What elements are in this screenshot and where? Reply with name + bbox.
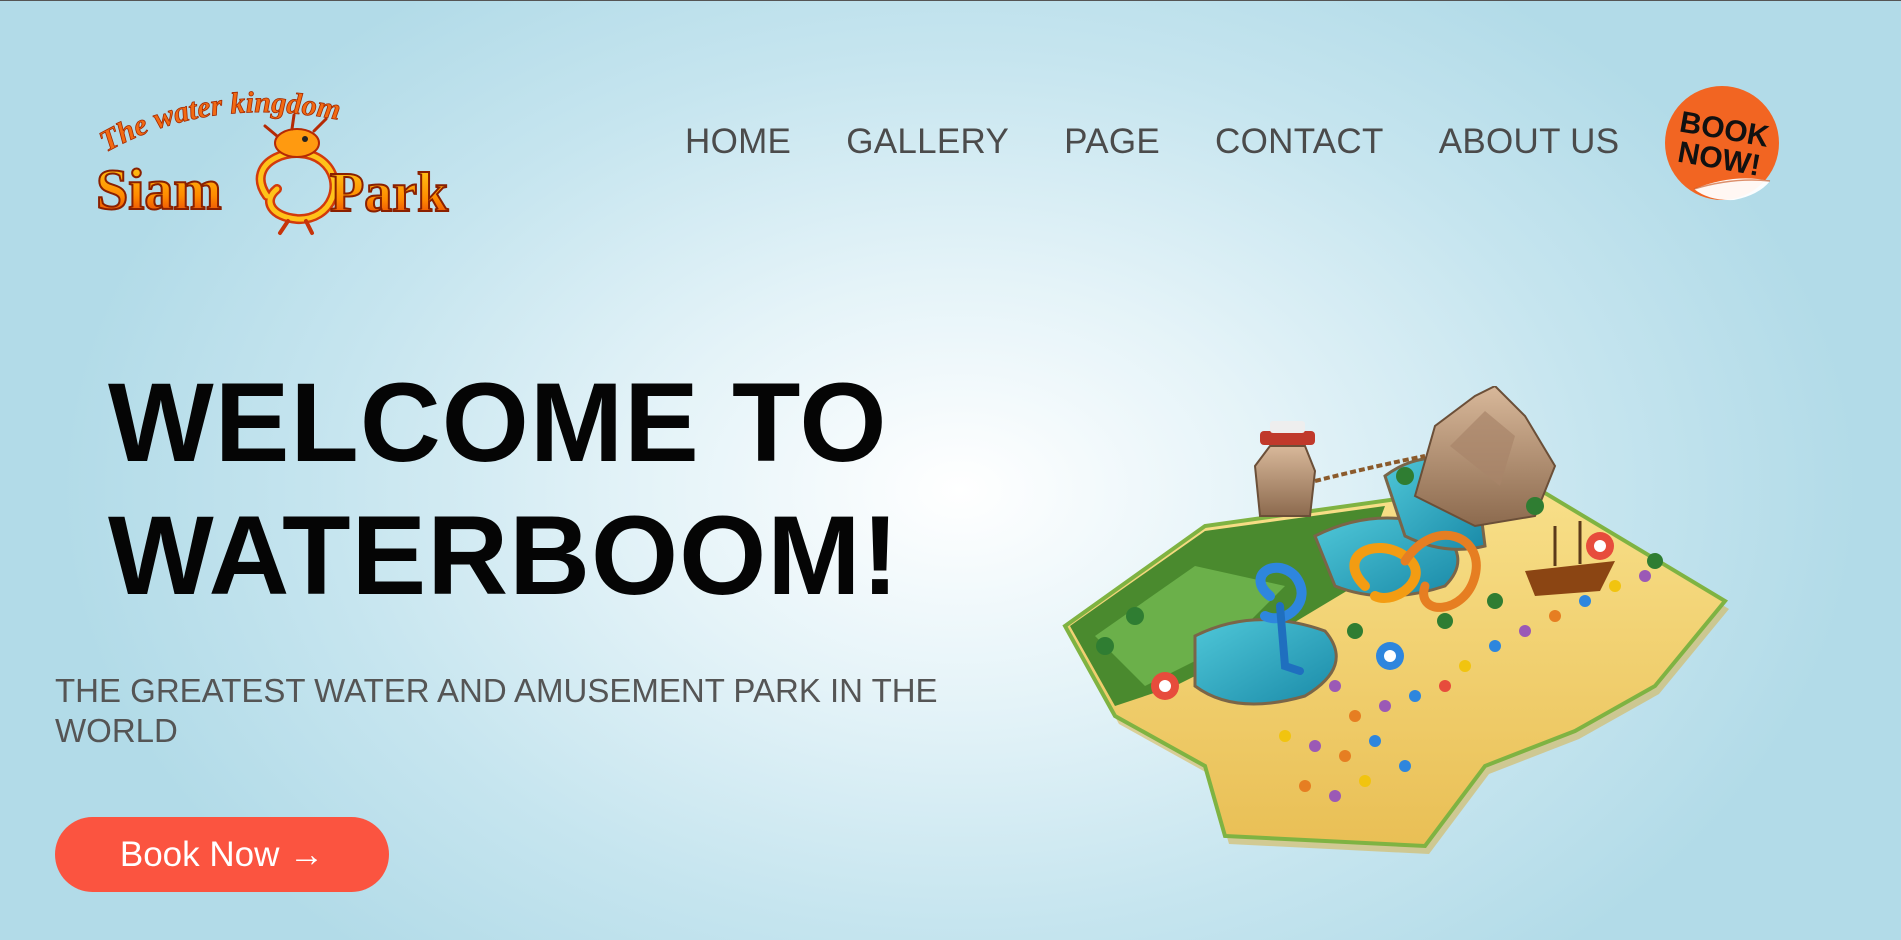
hero-title: WELCOME TO WATERBOOM! [108, 356, 1008, 622]
book-now-button[interactable]: Book Now → [55, 817, 389, 892]
nav-about-us[interactable]: ABOUT US [1439, 121, 1620, 163]
sticker-icon: BOOK NOW! [1665, 86, 1779, 201]
dragon-logo-icon: The water kingdom Siam Park [94, 86, 450, 235]
logo-name-park: Park [330, 162, 449, 224]
hero-title-line1: WELCOME TO [108, 360, 888, 485]
hero-subtitle: THE GREATEST WATER AND AMUSEMENT PARK IN… [55, 672, 938, 749]
hero-title-line2: WATERBOOM! [108, 493, 900, 618]
book-now-badge[interactable]: BOOK NOW! [1664, 85, 1782, 203]
nav-page[interactable]: PAGE [1064, 121, 1160, 163]
nav-gallery[interactable]: GALLERY [846, 121, 1009, 163]
dragon-icon [255, 113, 340, 235]
nav-contact[interactable]: CONTACT [1215, 121, 1384, 163]
nav-home[interactable]: HOME [685, 121, 791, 163]
siam-park-logo[interactable]: The water kingdom Siam Park [92, 81, 452, 241]
water-park-illustration [1055, 384, 1735, 856]
water-park-island-icon [1062, 384, 1729, 854]
main-nav: HOME GALLERY PAGE CONTACT ABOUT US [685, 121, 1674, 163]
logo-name-siam: Siam [96, 157, 222, 222]
